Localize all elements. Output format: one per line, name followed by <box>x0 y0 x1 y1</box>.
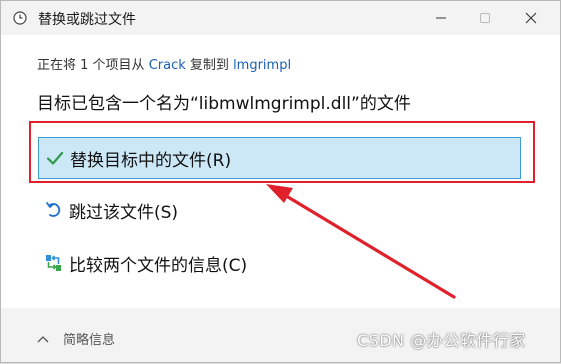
fewer-details-toggle[interactable]: 简略信息 <box>37 329 115 348</box>
replace-or-skip-dialog: 替换或跳过文件 正在将 1 个项目从 Crack 复制到 lmgrimpl 目标… <box>0 0 561 363</box>
fewer-details-label: 简略信息 <box>63 333 116 348</box>
watermark: CSDN @办公软件行家 <box>357 331 526 350</box>
chevron-up-icon <box>37 335 49 342</box>
